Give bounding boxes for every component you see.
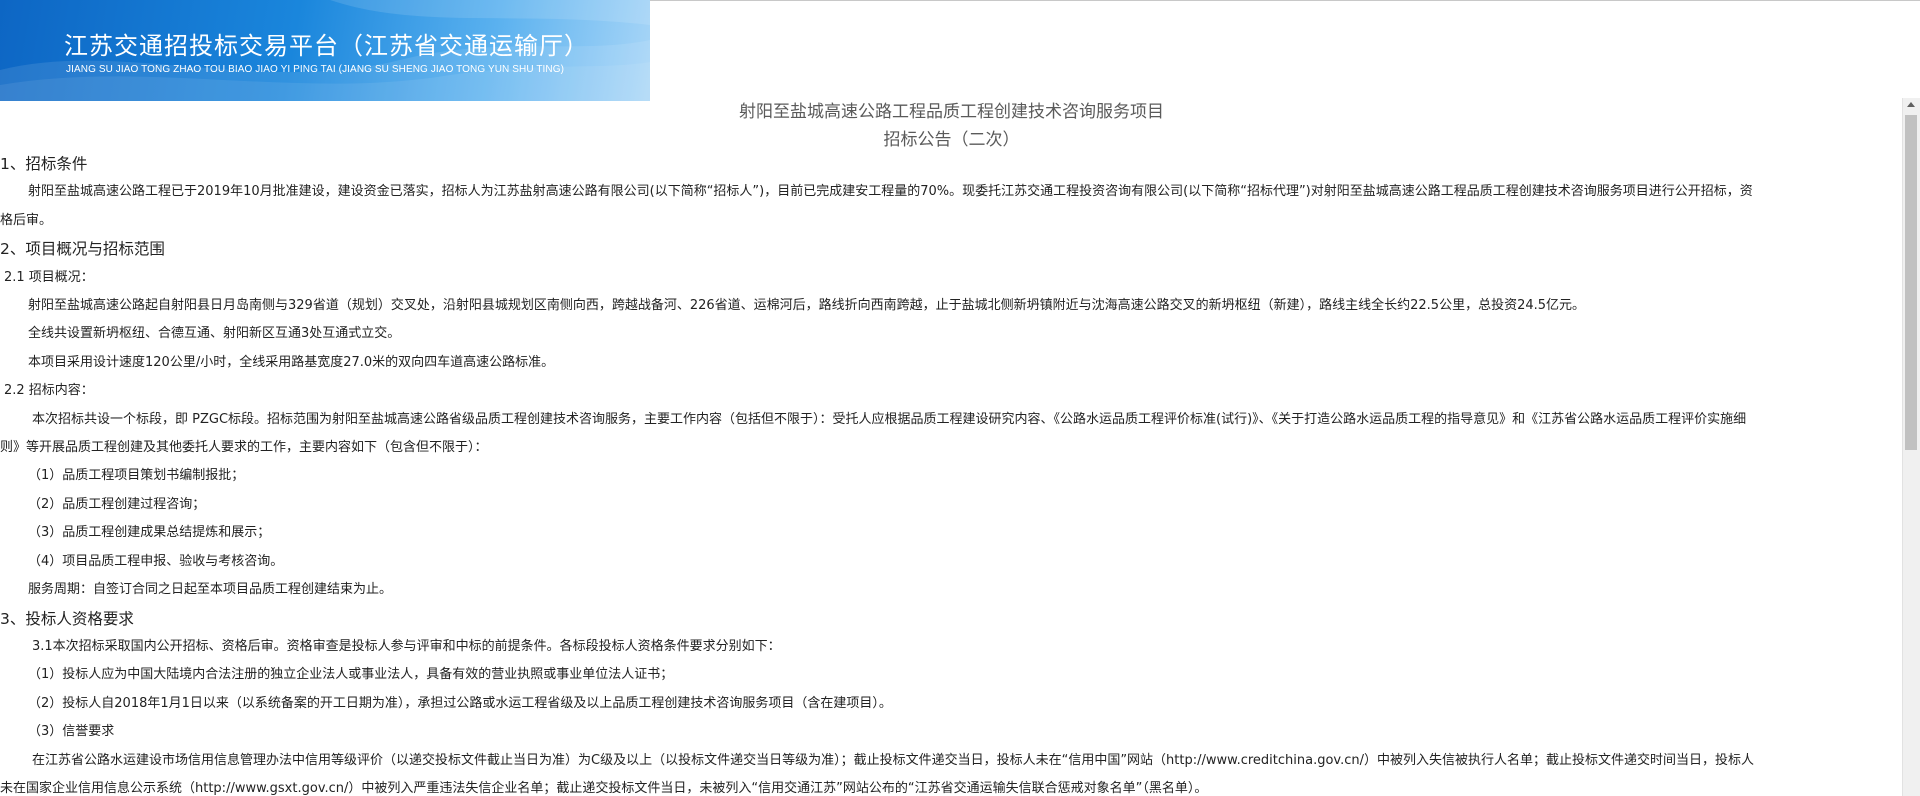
scroll-up-arrow-icon[interactable] bbox=[1907, 102, 1915, 107]
vertical-scrollbar[interactable] bbox=[1902, 98, 1920, 796]
site-banner[interactable]: 江苏交通招投标交易平台（江苏省交通运输厅） JIANG SU JIAO TONG… bbox=[0, 0, 650, 101]
paragraph-line: 则》等开展品质工程创建及其他委托人要求的工作，主要内容如下（包含但不限于）： bbox=[0, 440, 488, 456]
paragraph-line: 未在国家企业信用信息公示系统（http://www.gsxt.gov.cn/）中… bbox=[0, 780, 1208, 796]
paragraph-line: （3）信誉要求 bbox=[28, 724, 115, 740]
paragraph-line: 射阳至盐城高速公路工程已于2019年10月批准建设，建设资金已落实，招标人为江苏… bbox=[28, 184, 1753, 200]
section-heading: 1、招标条件 bbox=[0, 155, 88, 173]
paragraph-line: （2）投标人自2018年1月1日以来（以系统备案的开工日期为准），承担过公路或水… bbox=[28, 695, 892, 711]
paragraph-line: 射阳至盐城高速公路起自射阳县日月岛南侧与329省道（规划）交叉处，沿射阳县城规划… bbox=[28, 298, 1586, 314]
paragraph-line: （1）品质工程项目策划书编制报批； bbox=[28, 468, 245, 484]
top-border-line bbox=[650, 0, 1920, 1]
paragraph-line: （4）项目品质工程申报、验收与考核咨询。 bbox=[28, 553, 284, 569]
paragraph-line: 服务周期：自签订合同之日起至本项目品质工程创建结束为止。 bbox=[28, 582, 393, 598]
scrollbar-thumb[interactable] bbox=[1905, 115, 1917, 450]
notice-title: 招标公告（二次） bbox=[883, 130, 1020, 150]
announcement-body: 1、招标条件射阳至盐城高速公路工程已于2019年10月批准建设，建设资金已落实，… bbox=[0, 150, 1903, 796]
paragraph-line: （1）投标人应为中国大陆境内合法注册的独立企业法人或事业法人，具备有效的营业执照… bbox=[28, 667, 674, 683]
paragraph-line: 3.1本次招标采取国内公开招标、资格后审。资格审查是投标人参与评审和中标的前提条… bbox=[32, 638, 781, 654]
section-heading: 3、投标人资格要求 bbox=[0, 609, 134, 628]
paragraph-line: （3）品质工程创建成果总结提炼和展示； bbox=[28, 525, 271, 541]
project-title: 射阳至盐城高速公路工程品质工程创建技术咨询服务项目 bbox=[739, 102, 1164, 122]
paragraph-line: 2.2 招标内容： bbox=[4, 383, 94, 399]
paragraph-line: 本次招标共设一个标段，即 PZGC标段。招标范围为射阳至盐城高速公路省级品质工程… bbox=[32, 411, 1747, 427]
section-heading: 2、项目概况与招标范围 bbox=[0, 240, 165, 259]
banner-title-en: JIANG SU JIAO TONG ZHAO TOU BIAO JIAO YI… bbox=[66, 64, 565, 75]
banner-title-cn: 江苏交通招投标交易平台（江苏省交通运输厅） bbox=[64, 32, 589, 60]
paragraph-line: 2.1 项目概况： bbox=[4, 269, 94, 285]
paragraph-line: 在江苏省公路水运建设市场信用信息管理办法中信用等级评价（以递交投标文件截止当日为… bbox=[32, 752, 1755, 768]
paragraph-line: 本项目采用设计速度120公里/小时，全线采用路基宽度27.0米的双向四车道高速公… bbox=[28, 354, 555, 370]
paragraph-line: 格后审。 bbox=[0, 212, 53, 228]
paragraph-line: 全线共设置新坍枢纽、合德互通、射阳新区互通3处互通式立交。 bbox=[28, 326, 401, 342]
paragraph-line: （2）品质工程创建过程咨询； bbox=[28, 496, 206, 512]
